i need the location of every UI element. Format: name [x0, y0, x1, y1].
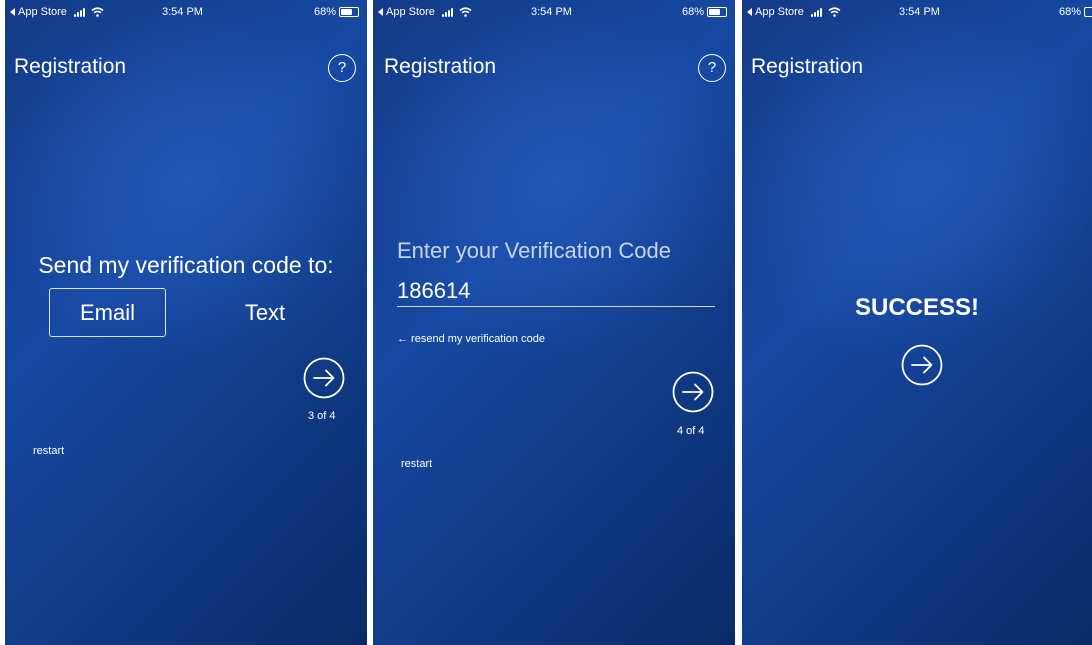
status-back-link[interactable]: App Store — [747, 6, 841, 18]
battery-percent: 68% — [1058, 6, 1081, 18]
status-bar: App Store 3:54 PM 68% — [373, 0, 735, 24]
triangle-left-icon — [10, 8, 15, 16]
text-option-button[interactable]: Text — [220, 289, 310, 337]
arrow-right-circle-icon[interactable] — [303, 357, 345, 399]
restart-link[interactable]: restart — [33, 445, 64, 457]
status-back-link[interactable]: App Store — [378, 6, 472, 18]
wifi-icon — [459, 7, 472, 17]
battery-percent: 68% — [313, 6, 336, 18]
arrow-right-circle-icon[interactable] — [901, 344, 943, 386]
question-circle-icon[interactable]: ? — [698, 54, 726, 82]
question-circle-icon[interactable]: ? — [328, 54, 356, 82]
status-bar: App Store 3:54 PM 68% — [5, 0, 367, 24]
status-time: 3:54 PM — [162, 6, 203, 18]
status-back-label: App Store — [755, 6, 804, 18]
page-title: Registration — [384, 55, 497, 78]
status-back-label: App Store — [18, 6, 67, 18]
status-bar: App Store 3:54 PM 68% — [742, 0, 1092, 24]
cellular-signal-icon — [441, 7, 453, 17]
page-title: Registration — [14, 55, 127, 78]
verification-code-label: Enter your Verification Code — [397, 238, 671, 263]
phone-screen-send-code: App Store 3:54 PM 68% Registration ? Sen… — [5, 0, 367, 645]
phone-screen-success: App Store 3:54 PM 68% Registration SUCCE… — [742, 0, 1092, 645]
phone-screen-enter-code: App Store 3:54 PM 68% Registration ? Ent… — [373, 0, 735, 645]
page-title: Registration — [751, 55, 864, 78]
triangle-left-icon — [378, 8, 383, 16]
screens: App Store 3:54 PM 68% Registration ? Sen… — [0, 0, 1092, 645]
arrow-right-circle-icon[interactable] — [672, 371, 714, 413]
step-indicator: 3 of 4 — [308, 410, 336, 422]
wifi-icon — [828, 7, 841, 17]
cellular-signal-icon — [810, 7, 822, 17]
status-battery: 68% — [314, 6, 359, 18]
verification-code-input[interactable]: 186614 — [397, 278, 715, 307]
resend-code-link[interactable]: ← resend my verification code — [397, 333, 545, 345]
battery-percent: 68% — [681, 6, 704, 18]
triangle-left-icon — [747, 8, 752, 16]
status-back-label: App Store — [386, 6, 435, 18]
send-code-prompt: Send my verification code to: — [38, 252, 334, 278]
status-back-link[interactable]: App Store — [10, 6, 104, 18]
status-battery: 68% — [682, 6, 727, 18]
success-message: SUCCESS! — [854, 294, 980, 321]
email-option-button[interactable]: Email — [49, 288, 166, 337]
cellular-signal-icon — [73, 7, 85, 17]
battery-icon — [339, 7, 359, 17]
battery-icon — [707, 7, 727, 17]
step-indicator: 4 of 4 — [677, 425, 705, 437]
wifi-icon — [91, 7, 104, 17]
status-time: 3:54 PM — [531, 6, 572, 18]
battery-icon — [1084, 7, 1092, 17]
status-time: 3:54 PM — [899, 6, 940, 18]
restart-link[interactable]: restart — [401, 458, 432, 470]
status-battery: 68% — [1059, 6, 1092, 18]
